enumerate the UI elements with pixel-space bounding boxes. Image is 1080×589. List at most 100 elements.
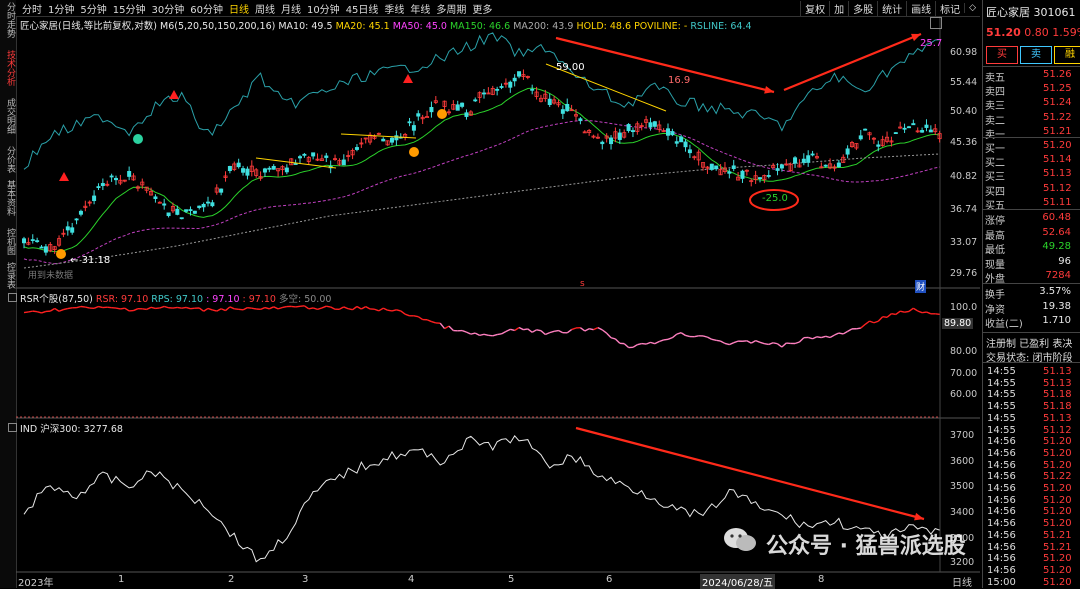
book-row[interactable]: 买五51.11	[985, 197, 1079, 209]
rsr-line-segment	[572, 328, 576, 330]
toolbar-button[interactable]: 复权	[800, 1, 829, 16]
collapse-icon[interactable]	[8, 293, 17, 302]
rsr-line-segment	[274, 307, 278, 309]
margin-button[interactable]: 融	[1054, 46, 1080, 64]
rsr-line-segment	[480, 334, 484, 335]
period-tab[interactable]: 45日线	[346, 1, 379, 16]
candle-body	[627, 124, 630, 130]
toolbar-button[interactable]: 画线	[906, 1, 935, 16]
tick-row[interactable]: 14:5651.20	[985, 483, 1079, 495]
axis-label: 40.82	[950, 171, 977, 182]
book-row[interactable]: 卖二51.22	[985, 112, 1079, 124]
left-tab[interactable]: 控机图	[1, 228, 15, 255]
buy-button[interactable]: 买	[986, 46, 1018, 64]
book-price: 51.21	[1043, 126, 1072, 137]
book-row[interactable]: 买四51.12	[985, 183, 1079, 195]
book-row[interactable]: 买三51.13	[985, 168, 1079, 180]
rsr-line-segment	[471, 333, 475, 334]
toolbar-button[interactable]: 标记	[935, 1, 964, 16]
tick-row[interactable]: 14:5651.21	[985, 530, 1079, 542]
tick-row[interactable]: 14:5651.20	[985, 460, 1079, 472]
tick-row[interactable]: 14:5651.20	[985, 518, 1079, 530]
period-tab[interactable]: 季线	[384, 1, 404, 16]
settings-icon[interactable]: ◇	[964, 3, 980, 13]
book-row[interactable]: 卖五51.26	[985, 69, 1079, 81]
book-price: 51.14	[1043, 154, 1072, 165]
tick-time: 14:56	[987, 495, 1016, 506]
left-tab[interactable]: 分价表	[1, 146, 15, 173]
tick-row[interactable]: 14:5651.20	[985, 553, 1079, 565]
toolbar-button[interactable]: 统计	[877, 1, 906, 16]
period-tab[interactable]: 多周期	[436, 1, 466, 16]
book-row[interactable]: 卖四51.25	[985, 83, 1079, 95]
period-tab[interactable]: 1分钟	[48, 1, 74, 16]
tick-time: 14:55	[987, 401, 1016, 412]
toolbar-button[interactable]: 加	[829, 1, 848, 16]
period-tab[interactable]: 月线	[281, 1, 301, 16]
rsr-line-segment	[848, 329, 852, 332]
period-tab[interactable]: 分时	[22, 1, 42, 16]
rsr-line-segment	[843, 331, 847, 334]
tick-row[interactable]: 14:5651.20	[985, 506, 1079, 518]
period-tab[interactable]: 更多	[472, 1, 492, 16]
left-tab[interactable]: 技术分析	[1, 50, 15, 86]
tick-row[interactable]: 14:5551.13	[985, 378, 1079, 390]
period-tab[interactable]: 日线	[229, 1, 249, 16]
period-tab[interactable]: 5分钟	[80, 1, 106, 16]
stat-row: 收益(二)1.710	[985, 315, 1079, 327]
rsr-line-segment	[808, 337, 812, 338]
tick-row[interactable]: 14:5551.18	[985, 389, 1079, 401]
rsr-line-segment	[107, 307, 111, 308]
rsr-line-segment	[694, 336, 698, 337]
restore-pane-icon[interactable]	[930, 17, 942, 29]
period-tab[interactable]: 年线	[410, 1, 430, 16]
rsr-line-segment	[50, 308, 54, 311]
sell-button[interactable]: 卖	[1020, 46, 1052, 64]
candle-body	[154, 197, 157, 199]
period-tab[interactable]: 30分钟	[151, 1, 184, 16]
tick-row[interactable]: 14:5651.21	[985, 542, 1079, 554]
rsr-line-segment	[545, 333, 549, 335]
left-tab[interactable]: 控录表	[1, 262, 15, 289]
rsr-line-segment	[677, 333, 681, 334]
candle-body	[294, 164, 297, 165]
book-row[interactable]: 卖一51.21	[985, 126, 1079, 138]
left-tab[interactable]: 基本资料	[1, 180, 15, 216]
rsr-line-segment	[532, 330, 536, 332]
book-row[interactable]: 买二51.14	[985, 154, 1079, 166]
period-tab[interactable]: 60分钟	[190, 1, 223, 16]
tick-row[interactable]: 15:0051.20	[985, 577, 1079, 589]
tick-row[interactable]: 14:5651.20	[985, 448, 1079, 460]
book-row[interactable]: 卖三51.24	[985, 97, 1079, 109]
candle-body	[71, 228, 74, 233]
collapse-icon[interactable]	[8, 423, 17, 432]
book-label: 卖二	[985, 112, 1005, 127]
rsr-line-segment	[926, 312, 930, 314]
tick-row[interactable]: 14:5551.12	[985, 425, 1079, 437]
left-tab[interactable]: 分时走势	[1, 2, 15, 38]
tick-row[interactable]: 14:5651.20	[985, 436, 1079, 448]
tick-row[interactable]: 14:5651.22	[985, 471, 1079, 483]
rsr-line-segment	[659, 340, 663, 342]
rsr-line-segment	[68, 308, 72, 309]
rsr-line-segment	[523, 329, 527, 330]
pct-up-label: 16.9	[668, 75, 690, 86]
tick-row[interactable]: 14:5651.20	[985, 565, 1079, 577]
period-tab[interactable]: 周线	[255, 1, 275, 16]
rsr-line-segment	[870, 321, 874, 323]
tick-row[interactable]: 14:5551.13	[985, 413, 1079, 425]
book-row[interactable]: 买一51.20	[985, 140, 1079, 152]
rsr-line-segment	[177, 307, 181, 308]
trend-arrow-line	[576, 428, 924, 519]
tick-row[interactable]: 14:5651.20	[985, 495, 1079, 507]
stat-value: 60.48	[1042, 212, 1071, 223]
tick-row[interactable]: 14:5551.18	[985, 401, 1079, 413]
toolbar-button[interactable]: 多股	[848, 1, 877, 16]
period-tab[interactable]: 15分钟	[113, 1, 146, 16]
ma200-line	[24, 154, 940, 268]
period-tab[interactable]: 10分钟	[307, 1, 340, 16]
candle-body	[618, 133, 621, 140]
tick-row[interactable]: 14:5551.13	[985, 366, 1079, 378]
left-tab[interactable]: 成交明细	[1, 98, 15, 134]
finance-badge[interactable]: 财	[915, 280, 926, 293]
